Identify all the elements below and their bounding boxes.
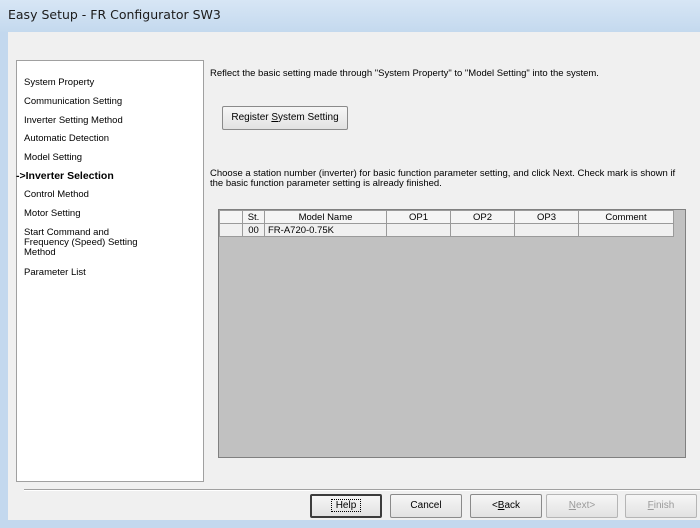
window-title: Easy Setup - FR Configurator SW3 [8, 7, 221, 22]
row-check-cell[interactable] [219, 223, 243, 237]
header-model-name[interactable]: Model Name [264, 210, 387, 224]
header-station[interactable]: St. [242, 210, 265, 224]
row-model-cell[interactable]: FR-A720-0.75K [264, 223, 387, 237]
step-automatic-detection: Automatic Detection [24, 133, 110, 144]
back-label-post: ack [504, 500, 521, 511]
row-op3-cell[interactable] [514, 223, 579, 237]
header-op2[interactable]: OP2 [450, 210, 515, 224]
header-op1[interactable]: OP1 [386, 210, 451, 224]
step-system-property: System Property [24, 77, 95, 88]
back-button[interactable]: <Back [470, 494, 542, 518]
step-control-method: Control Method [24, 189, 89, 200]
next-label-accel: N [568, 500, 577, 511]
row-op2-cell[interactable] [450, 223, 515, 237]
step-inverter-setting-method: Inverter Setting Method [24, 115, 123, 126]
table-header-row: St. Model Name OP1 OP2 OP3 Comment [219, 210, 674, 224]
finish-label-post: inish [653, 500, 675, 511]
step-start-command-line3: Method [24, 247, 56, 258]
register-system-setting-button[interactable]: Register System Setting [222, 106, 348, 130]
table-row[interactable]: 00 FR-A720-0.75K [219, 223, 674, 237]
cancel-button[interactable]: Cancel [390, 494, 462, 518]
header-op3[interactable]: OP3 [514, 210, 579, 224]
step-inverter-selection-current: ->Inverter Selection [16, 170, 114, 182]
reflect-instruction: Reflect the basic setting made through "… [210, 68, 599, 79]
register-label-pre: Register [231, 112, 272, 123]
easy-setup-window: Easy Setup - FR Configurator SW3 System … [0, 0, 700, 528]
row-station-cell[interactable]: 00 [242, 223, 265, 237]
step-parameter-list: Parameter List [24, 267, 86, 278]
next-label-post: ext> [576, 500, 596, 511]
row-comment-cell[interactable] [578, 223, 674, 237]
header-comment[interactable]: Comment [578, 210, 674, 224]
finish-button[interactable]: Finish [625, 494, 697, 518]
footer-separator [24, 489, 700, 491]
inverter-selection-grid[interactable]: St. Model Name OP1 OP2 OP3 Comment 00 FR… [218, 209, 686, 458]
inverter-table: St. Model Name OP1 OP2 OP3 Comment 00 FR… [219, 210, 674, 237]
choose-instruction-line2: the basic function parameter setting is … [210, 178, 442, 189]
help-button[interactable]: Help [310, 494, 382, 518]
help-label: Help [330, 499, 362, 512]
window-bottom-border [0, 520, 700, 528]
cancel-label: Cancel [410, 500, 442, 511]
header-check[interactable] [219, 210, 243, 224]
next-button[interactable]: Next> [546, 494, 618, 518]
step-motor-setting: Motor Setting [24, 208, 81, 219]
row-op1-cell[interactable] [386, 223, 451, 237]
register-label-post: ystem Setting [278, 112, 339, 123]
step-model-setting: Model Setting [24, 152, 83, 163]
title-bar[interactable]: Easy Setup - FR Configurator SW3 [0, 0, 700, 32]
step-communication-setting: Communication Setting [24, 96, 123, 107]
